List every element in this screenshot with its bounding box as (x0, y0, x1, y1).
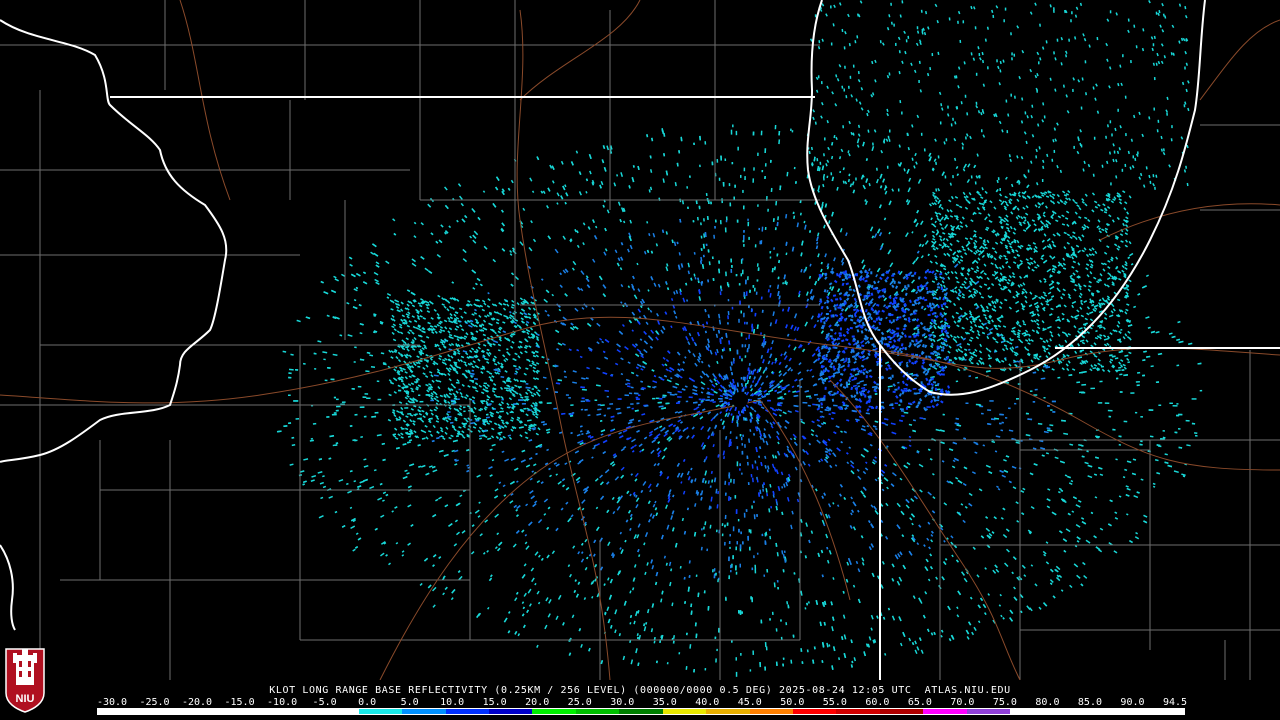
colorbar-segment (1010, 709, 1054, 714)
niu-logo: NIU (5, 648, 45, 713)
colorbar-label: 5.0 (400, 697, 419, 708)
colorbar-segment (966, 709, 1011, 714)
colorbar-label: 40.0 (695, 697, 720, 708)
colorbar-label: 45.0 (737, 697, 762, 708)
colorbar-label: 60.0 (865, 697, 890, 708)
colorbar-segment (315, 709, 359, 714)
colorbar-segment (98, 709, 142, 714)
colorbar-segment (1097, 709, 1141, 714)
colorbar-segment (923, 709, 967, 714)
colorbar-segment (184, 709, 229, 714)
colorbar-segment (879, 709, 924, 714)
colorbar-label: 20.0 (525, 697, 550, 708)
colorbar-label: 50.0 (780, 697, 805, 708)
colorbar-label: 15.0 (482, 697, 507, 708)
colorbar-label: 25.0 (567, 697, 592, 708)
colorbar-label: 75.0 (992, 697, 1017, 708)
colorbar-segment (619, 709, 663, 714)
colorbar-label: 0.0 (358, 697, 377, 708)
colorbar-label: 30.0 (610, 697, 635, 708)
colorbar-label: 94.5 (1162, 697, 1188, 708)
colorbar-label: 35.0 (652, 697, 677, 708)
colorbar-segment (706, 709, 750, 714)
colorbar-segment (141, 709, 185, 714)
colorbar-segment (358, 709, 403, 714)
product-caption: KLOT LONG RANGE BASE REFLECTIVITY (0.25K… (269, 685, 1011, 696)
colorbar-segment (271, 709, 316, 714)
colorbar-label: -20.0 (181, 697, 213, 708)
colorbar-segment (836, 709, 880, 714)
colorbar-label: -15.0 (224, 697, 255, 708)
colorbar-segment (749, 709, 793, 714)
radar-site (732, 392, 748, 408)
colorbar-segment (575, 709, 620, 714)
colorbar-label: -25.0 (139, 697, 170, 708)
colorbar-segment (228, 709, 272, 714)
colorbar-segment (662, 709, 707, 714)
radar-map: KLOT LONG RANGE BASE REFLECTIVITY (0.25K… (0, 0, 1280, 720)
colorbar-segment (793, 709, 837, 714)
county-borders (0, 0, 1280, 680)
colorbar-label: -5.0 (312, 697, 337, 708)
colorbar-segment (532, 709, 576, 714)
colorbar-label: -30.0 (96, 697, 128, 708)
colorbar-label: 55.0 (822, 697, 847, 708)
colorbar-segment (402, 709, 446, 714)
colorbar-label: 90.0 (1120, 697, 1145, 708)
colorbar-segment (1140, 709, 1184, 714)
highways (0, 0, 1280, 680)
colorbar-label: -10.0 (267, 697, 298, 708)
colorbar-label: 70.0 (950, 697, 975, 708)
colorbar-label: 80.0 (1035, 697, 1060, 708)
colorbar-label: 65.0 (907, 697, 932, 708)
colorbar-segment (488, 709, 533, 714)
radar-image (0, 0, 1280, 680)
state-borders (0, 0, 1280, 680)
reflectivity-echoes (276, 0, 1203, 677)
colorbar-label: 85.0 (1077, 697, 1102, 708)
colorbar-segment (445, 709, 489, 714)
colorbar-label: 10.0 (440, 697, 465, 708)
colorbar-segment (1053, 709, 1098, 714)
reflectivity-colorbar (97, 708, 1185, 715)
